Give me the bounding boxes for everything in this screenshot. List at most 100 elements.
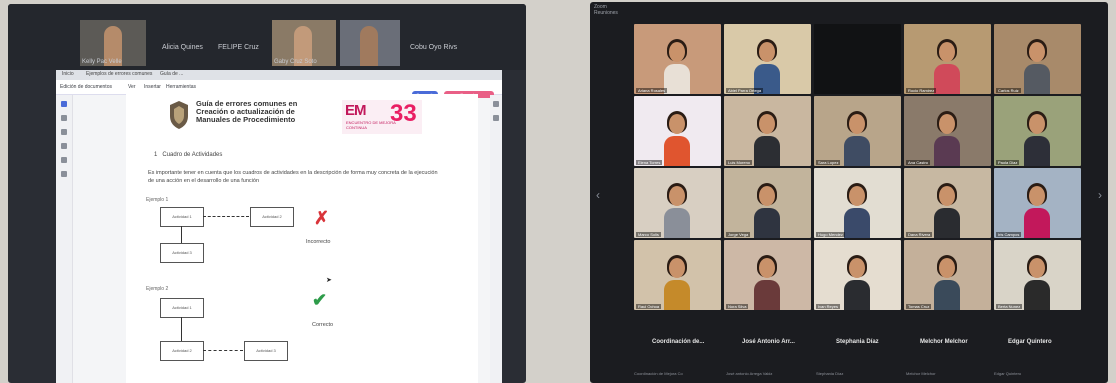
participant-tile[interactable]: Kelly Pac Velle — [80, 20, 146, 66]
participant-video-tile[interactable]: Raul Ochoa — [634, 240, 721, 310]
participant-video-tile[interactable]: Berta Nunez — [994, 240, 1081, 310]
flow-arrow — [181, 226, 182, 243]
pen-icon[interactable] — [61, 129, 67, 135]
speaker-name: Edgar Quintero — [1008, 339, 1052, 345]
participant-video-tile[interactable]: Marco Solis — [634, 168, 721, 238]
incorrect-icon: ✗ — [314, 208, 330, 228]
participant-name: Ariana Rosales — [636, 88, 668, 93]
right-toolbar — [490, 95, 502, 383]
participant-name: Sara Lopez — [816, 160, 841, 165]
participant-video-tile[interactable]: Carlos Ruiz — [994, 24, 1081, 94]
menu-insert[interactable]: Insertar — [144, 84, 161, 90]
text-icon[interactable] — [61, 171, 67, 177]
bookmark-icon[interactable] — [61, 143, 67, 149]
menu-tools[interactable]: Herramientas — [166, 84, 196, 90]
participant-avatar — [844, 111, 870, 166]
logo-33-text: 33 — [390, 100, 417, 127]
participant-strip: Kelly Pac Velle Alicia Quines FELIPE Cru… — [8, 4, 526, 70]
participant-name: Tomas Cruz — [906, 304, 932, 309]
participant-name: FELIPE Cruz — [218, 44, 259, 51]
document-title: Guía de errores comunes en Creación o ac… — [196, 99, 298, 124]
participant-video-tile[interactable] — [814, 24, 901, 94]
participant-name: Ivan Reyes — [816, 304, 841, 309]
participant-video-tile[interactable]: Luis Moreno — [724, 96, 811, 166]
participant-tile[interactable] — [340, 20, 400, 66]
speaker-subtitle: José antonio Arrega Valdz — [726, 371, 773, 376]
event-logo: EM ENCUENTRO DE MEJORA CONTINUA 33 — [342, 100, 422, 134]
tab-examples[interactable]: Ejemplos de errores comunes — [86, 71, 152, 77]
participant-video-tile[interactable]: Nora Silva — [724, 240, 811, 310]
participant-avatar — [754, 183, 780, 238]
participant-avatar — [934, 111, 960, 166]
zoom-icon[interactable] — [493, 101, 499, 107]
layers-icon[interactable] — [61, 157, 67, 163]
participant-video-tile[interactable]: Ivan Reyes — [814, 240, 901, 310]
participant-avatar — [754, 255, 780, 310]
menu-edit-docs[interactable]: Edición de documentos — [60, 84, 112, 90]
search-icon[interactable] — [61, 115, 67, 121]
participant-tile[interactable]: Gaby Cruz Soto — [272, 20, 336, 66]
menu-bar: Edición de documentos Ver Insertar Herra… — [56, 80, 502, 98]
correct-label: Correcto — [312, 322, 334, 328]
participant-video-grid: Ariana Rosales Abiel Parra Ortega Rocio Ra… — [634, 24, 1081, 312]
participant-video-tile[interactable]: Ana Castro — [904, 96, 991, 166]
speaker-name: Melchor Melchor — [920, 339, 968, 345]
participant-avatar — [754, 39, 780, 94]
participant-video-tile[interactable]: Paola Diaz — [994, 96, 1081, 166]
participant-name: Paola Diaz — [996, 160, 1020, 165]
speaker-subtitle: Stephania Díaz — [816, 371, 844, 376]
tab-home[interactable]: Inicio — [62, 71, 74, 77]
participant-avatar — [844, 183, 870, 238]
participant-name: Jorge Vega — [726, 232, 751, 237]
participant-name: Marco Solis — [636, 232, 661, 237]
menu-view[interactable]: Ver — [128, 84, 136, 90]
flow-arrow — [203, 216, 249, 217]
fit-page-icon[interactable] — [493, 115, 499, 121]
pages-icon[interactable] — [61, 101, 67, 107]
participant-video-tile[interactable]: Ariana Rosales — [634, 24, 721, 94]
previous-page-icon[interactable]: ‹ — [596, 188, 600, 202]
participant-video-tile[interactable]: Sara Lopez — [814, 96, 901, 166]
participant-name: Carlos Ruiz — [996, 88, 1021, 93]
document-page: Guía de errores comunes en Creación o ac… — [126, 94, 478, 383]
participant-avatar — [934, 39, 960, 94]
browser-tab-bar: Inicio Ejemplos de errores comunes Guía … — [56, 70, 502, 80]
participant-video-tile[interactable]: Hugo Mendez — [814, 168, 901, 238]
participant-avatar — [664, 183, 690, 238]
crest-icon — [170, 101, 188, 129]
participant-name: Elena Torres — [636, 160, 663, 165]
logo-em-text: EM — [345, 102, 366, 119]
participant-name: Luis Moreno — [726, 160, 753, 165]
participant-name: Gaby Cruz Soto — [274, 59, 317, 65]
participant-avatar — [1024, 111, 1050, 166]
section-heading: 1 Cuadro de Actividades — [154, 152, 223, 158]
tab-guide[interactable]: Guía de ... — [160, 71, 183, 77]
window-title: Zoom Reuniones — [594, 4, 618, 16]
example-1-label: Ejemplo 1 — [146, 197, 169, 203]
left-toolbar — [56, 95, 73, 383]
participant-avatar — [934, 255, 960, 310]
example-2-label: Ejemplo 2 — [146, 286, 169, 292]
participant-video-tile[interactable]: Dana Rivera — [904, 168, 991, 238]
participant-video-tile[interactable]: Iris Campos — [994, 168, 1081, 238]
logo-subtitle: ENCUENTRO DE MEJORA CONTINUA — [346, 120, 396, 130]
flow-arrow — [181, 317, 182, 341]
participant-avatar — [1024, 255, 1050, 310]
participant-video-tile[interactable]: Rocio Ramirez — [904, 24, 991, 94]
participant-avatar — [1024, 39, 1050, 94]
incorrect-label: Incorrecto — [306, 239, 331, 245]
participant-video-tile[interactable]: Abiel Parra Ortega — [724, 24, 811, 94]
next-page-icon[interactable]: › — [1098, 188, 1102, 202]
participant-video-tile[interactable]: Elena Torres — [634, 96, 721, 166]
participant-video-tile[interactable]: Tomas Cruz — [904, 240, 991, 310]
right-video-call: Zoom Reuniones ‹ › Ariana Rosales Abiel P… — [590, 2, 1108, 383]
speaker-subtitle: Melchor Melchor — [906, 371, 936, 376]
participant-name: Cobu Oyo Rivs — [410, 44, 458, 51]
participant-name: Dana Rivera — [906, 232, 933, 237]
participant-name: Nora Silva — [726, 304, 749, 309]
activity-box: Actividad 2 — [250, 207, 294, 227]
participant-name: Alicia Quines — [162, 44, 203, 51]
activity-box: Actividad 3 — [244, 341, 288, 361]
speaker-name: José Antonio Arr... — [742, 339, 795, 345]
participant-video-tile[interactable]: Jorge Vega — [724, 168, 811, 238]
